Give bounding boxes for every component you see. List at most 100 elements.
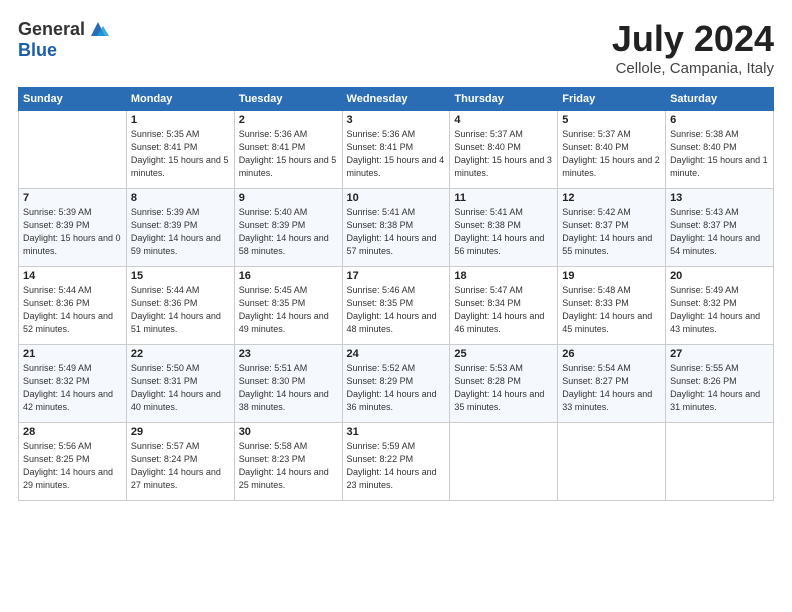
day-number: 16 [239,270,338,282]
day-info: Sunrise: 5:35 AMSunset: 8:41 PMDaylight:… [131,128,230,180]
calendar-cell: 25 Sunrise: 5:53 AMSunset: 8:28 PMDaylig… [450,345,558,423]
calendar-cell: 18 Sunrise: 5:47 AMSunset: 8:34 PMDaylig… [450,267,558,345]
day-number: 15 [131,270,230,282]
col-saturday: Saturday [666,88,774,111]
day-number: 24 [347,348,446,360]
day-number: 13 [670,192,769,204]
day-info: Sunrise: 5:53 AMSunset: 8:28 PMDaylight:… [454,362,553,414]
day-info: Sunrise: 5:38 AMSunset: 8:40 PMDaylight:… [670,128,769,180]
col-thursday: Thursday [450,88,558,111]
day-number: 10 [347,192,446,204]
calendar-cell: 6 Sunrise: 5:38 AMSunset: 8:40 PMDayligh… [666,111,774,189]
day-number: 11 [454,192,553,204]
logo-blue-text: Blue [18,40,57,61]
calendar-cell: 24 Sunrise: 5:52 AMSunset: 8:29 PMDaylig… [342,345,450,423]
calendar-cell [450,423,558,501]
calendar-cell: 28 Sunrise: 5:56 AMSunset: 8:25 PMDaylig… [19,423,127,501]
calendar-cell [666,423,774,501]
calendar-cell: 13 Sunrise: 5:43 AMSunset: 8:37 PMDaylig… [666,189,774,267]
day-number: 4 [454,114,553,126]
day-info: Sunrise: 5:37 AMSunset: 8:40 PMDaylight:… [562,128,661,180]
subtitle: Cellole, Campania, Italy [612,60,774,77]
day-info: Sunrise: 5:39 AMSunset: 8:39 PMDaylight:… [23,206,122,258]
col-tuesday: Tuesday [234,88,342,111]
day-number: 12 [562,192,661,204]
calendar-cell [558,423,666,501]
day-number: 14 [23,270,122,282]
day-number: 31 [347,426,446,438]
day-info: Sunrise: 5:57 AMSunset: 8:24 PMDaylight:… [131,440,230,492]
day-info: Sunrise: 5:45 AMSunset: 8:35 PMDaylight:… [239,284,338,336]
day-number: 28 [23,426,122,438]
header-row: Sunday Monday Tuesday Wednesday Thursday… [19,88,774,111]
calendar-week-5: 28 Sunrise: 5:56 AMSunset: 8:25 PMDaylig… [19,423,774,501]
calendar-cell: 31 Sunrise: 5:59 AMSunset: 8:22 PMDaylig… [342,423,450,501]
calendar-cell: 21 Sunrise: 5:49 AMSunset: 8:32 PMDaylig… [19,345,127,423]
day-info: Sunrise: 5:50 AMSunset: 8:31 PMDaylight:… [131,362,230,414]
calendar-cell: 8 Sunrise: 5:39 AMSunset: 8:39 PMDayligh… [126,189,234,267]
header: General Blue July 2024 Cellole, Campania… [18,18,774,77]
day-number: 5 [562,114,661,126]
day-number: 6 [670,114,769,126]
calendar-cell: 5 Sunrise: 5:37 AMSunset: 8:40 PMDayligh… [558,111,666,189]
day-info: Sunrise: 5:37 AMSunset: 8:40 PMDaylight:… [454,128,553,180]
day-number: 19 [562,270,661,282]
calendar-cell: 12 Sunrise: 5:42 AMSunset: 8:37 PMDaylig… [558,189,666,267]
day-info: Sunrise: 5:46 AMSunset: 8:35 PMDaylight:… [347,284,446,336]
calendar-cell: 26 Sunrise: 5:54 AMSunset: 8:27 PMDaylig… [558,345,666,423]
day-number: 17 [347,270,446,282]
calendar-cell: 27 Sunrise: 5:55 AMSunset: 8:26 PMDaylig… [666,345,774,423]
calendar-cell: 15 Sunrise: 5:44 AMSunset: 8:36 PMDaylig… [126,267,234,345]
col-friday: Friday [558,88,666,111]
day-info: Sunrise: 5:41 AMSunset: 8:38 PMDaylight:… [347,206,446,258]
day-number: 3 [347,114,446,126]
col-sunday: Sunday [19,88,127,111]
col-wednesday: Wednesday [342,88,450,111]
calendar-table: Sunday Monday Tuesday Wednesday Thursday… [18,87,774,501]
day-number: 8 [131,192,230,204]
calendar-cell: 4 Sunrise: 5:37 AMSunset: 8:40 PMDayligh… [450,111,558,189]
day-number: 29 [131,426,230,438]
calendar-cell: 2 Sunrise: 5:36 AMSunset: 8:41 PMDayligh… [234,111,342,189]
calendar-cell: 23 Sunrise: 5:51 AMSunset: 8:30 PMDaylig… [234,345,342,423]
day-info: Sunrise: 5:55 AMSunset: 8:26 PMDaylight:… [670,362,769,414]
day-info: Sunrise: 5:44 AMSunset: 8:36 PMDaylight:… [23,284,122,336]
day-info: Sunrise: 5:54 AMSunset: 8:27 PMDaylight:… [562,362,661,414]
day-number: 22 [131,348,230,360]
day-number: 27 [670,348,769,360]
day-number: 20 [670,270,769,282]
calendar-cell: 14 Sunrise: 5:44 AMSunset: 8:36 PMDaylig… [19,267,127,345]
calendar-cell: 9 Sunrise: 5:40 AMSunset: 8:39 PMDayligh… [234,189,342,267]
day-info: Sunrise: 5:48 AMSunset: 8:33 PMDaylight:… [562,284,661,336]
calendar-cell: 3 Sunrise: 5:36 AMSunset: 8:41 PMDayligh… [342,111,450,189]
day-number: 21 [23,348,122,360]
calendar-cell: 20 Sunrise: 5:49 AMSunset: 8:32 PMDaylig… [666,267,774,345]
day-number: 2 [239,114,338,126]
logo-icon [87,18,109,40]
logo-general-text: General [18,19,85,40]
day-info: Sunrise: 5:36 AMSunset: 8:41 PMDaylight:… [239,128,338,180]
day-number: 18 [454,270,553,282]
calendar-week-3: 14 Sunrise: 5:44 AMSunset: 8:36 PMDaylig… [19,267,774,345]
day-info: Sunrise: 5:36 AMSunset: 8:41 PMDaylight:… [347,128,446,180]
calendar-cell: 7 Sunrise: 5:39 AMSunset: 8:39 PMDayligh… [19,189,127,267]
day-number: 30 [239,426,338,438]
day-info: Sunrise: 5:42 AMSunset: 8:37 PMDaylight:… [562,206,661,258]
calendar-cell: 30 Sunrise: 5:58 AMSunset: 8:23 PMDaylig… [234,423,342,501]
title-block: July 2024 Cellole, Campania, Italy [612,18,774,77]
day-info: Sunrise: 5:58 AMSunset: 8:23 PMDaylight:… [239,440,338,492]
page: General Blue July 2024 Cellole, Campania… [0,0,792,612]
calendar-cell: 22 Sunrise: 5:50 AMSunset: 8:31 PMDaylig… [126,345,234,423]
main-title: July 2024 [612,18,774,60]
day-number: 7 [23,192,122,204]
calendar-week-1: 1 Sunrise: 5:35 AMSunset: 8:41 PMDayligh… [19,111,774,189]
calendar-cell: 17 Sunrise: 5:46 AMSunset: 8:35 PMDaylig… [342,267,450,345]
day-info: Sunrise: 5:41 AMSunset: 8:38 PMDaylight:… [454,206,553,258]
calendar-cell: 1 Sunrise: 5:35 AMSunset: 8:41 PMDayligh… [126,111,234,189]
day-number: 1 [131,114,230,126]
calendar-cell: 11 Sunrise: 5:41 AMSunset: 8:38 PMDaylig… [450,189,558,267]
day-info: Sunrise: 5:40 AMSunset: 8:39 PMDaylight:… [239,206,338,258]
day-info: Sunrise: 5:49 AMSunset: 8:32 PMDaylight:… [23,362,122,414]
day-number: 23 [239,348,338,360]
day-info: Sunrise: 5:44 AMSunset: 8:36 PMDaylight:… [131,284,230,336]
